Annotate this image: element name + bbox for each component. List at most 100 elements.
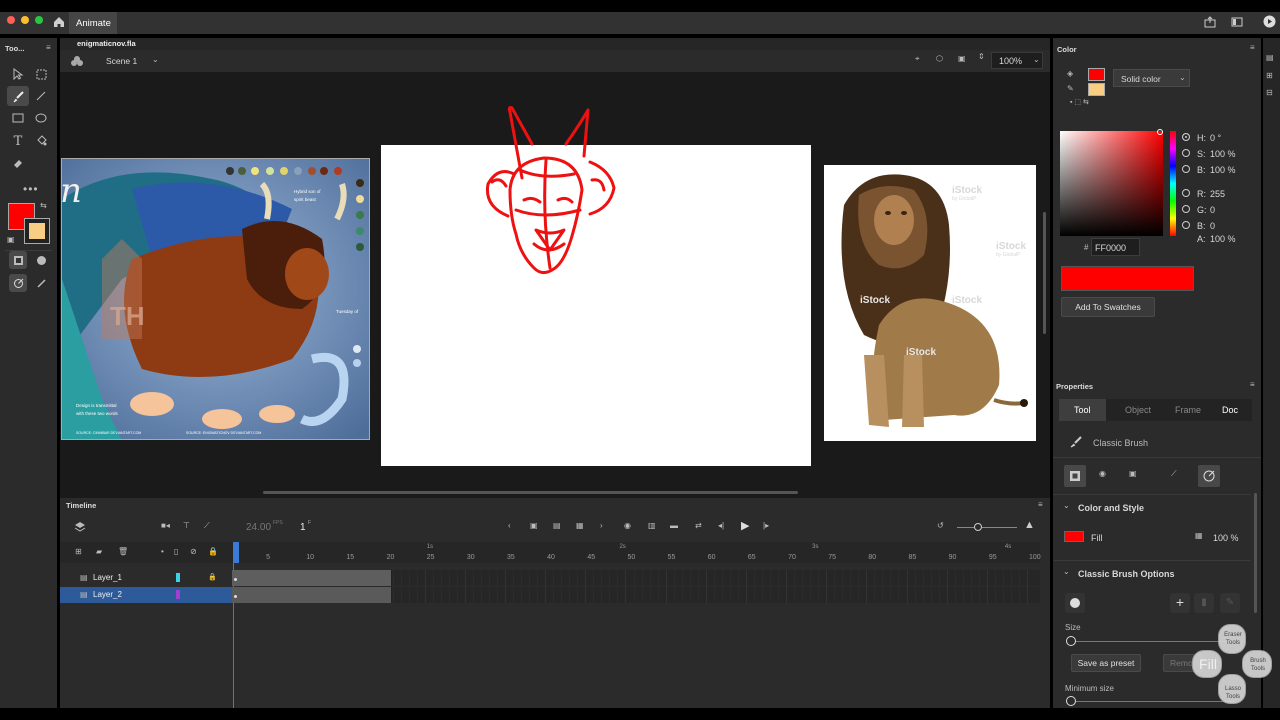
object-drawing-icon[interactable] — [9, 251, 27, 269]
stroke-color-swatch[interactable] — [1088, 83, 1105, 96]
red-value[interactable]: 255 — [1210, 189, 1225, 199]
layer-frames[interactable] — [232, 570, 1040, 586]
current-frame[interactable]: 1 — [300, 522, 306, 533]
minimize-window-button[interactable] — [21, 16, 29, 24]
tab-doc[interactable]: Doc — [1222, 405, 1238, 415]
size-slider-thumb[interactable] — [1066, 636, 1077, 646]
test-movie-icon[interactable] — [1263, 15, 1276, 28]
minimum-size-slider-thumb[interactable] — [1066, 696, 1077, 706]
edit-brush-button[interactable]: ✎ — [1220, 593, 1240, 613]
pie-menu-brush[interactable]: Brush Tools — [1242, 650, 1272, 678]
delete-brush-button[interactable]: ▮ — [1194, 593, 1214, 613]
playhead[interactable] — [233, 542, 239, 563]
red-radio[interactable] — [1182, 189, 1190, 197]
highlight-icon[interactable]: • — [161, 547, 164, 556]
hue-value[interactable]: 0 ° — [1210, 133, 1221, 143]
horizontal-scrollbar[interactable] — [263, 491, 798, 494]
assets-icon[interactable]: ⊞ — [1266, 71, 1273, 80]
use-pressure-icon[interactable]: ⟋ — [1171, 469, 1177, 479]
layer-frames[interactable] — [232, 587, 1040, 603]
center-stage-icon[interactable]: ⌖ — [915, 54, 920, 64]
frame-span[interactable] — [232, 587, 392, 603]
tab-frame[interactable]: Frame — [1175, 405, 1201, 415]
tilt-icon[interactable] — [32, 274, 50, 292]
swap-colors-icon[interactable]: ⇆ — [40, 201, 47, 210]
object-drawing-mode-button[interactable] — [1064, 465, 1086, 487]
fill-alpha[interactable]: 100 % — [1213, 533, 1239, 543]
pie-menu-lasso[interactable]: Lasso Tools — [1218, 674, 1246, 704]
lion-image[interactable]: iStock by GlobalP iStock by GlobalP iSto… — [824, 165, 1036, 441]
create-tween-icon[interactable]: ▬ — [670, 521, 678, 530]
more-tools-icon[interactable]: ••• — [23, 182, 39, 196]
save-as-preset-button[interactable]: Save as preset — [1071, 654, 1141, 672]
tab-object[interactable]: Object — [1125, 405, 1151, 415]
selection-tool-icon[interactable] — [9, 65, 27, 83]
panel-menu-icon[interactable]: ≡ — [1250, 380, 1255, 389]
new-folder-icon[interactable]: ▰ — [96, 547, 102, 556]
eye-icon[interactable]: ⊘ — [190, 547, 197, 556]
document-tab[interactable]: enigmaticnov.fla — [77, 39, 136, 48]
timeline-zoom-large-icon[interactable]: ▲ — [1024, 519, 1035, 531]
brush-mode-icon[interactable] — [32, 251, 50, 269]
text-tool-icon[interactable]: T — [9, 132, 27, 150]
swatch-tools-icon[interactable]: ▪ ⬚ ⇆ — [1070, 98, 1089, 106]
vertical-scrollbar[interactable] — [1043, 212, 1046, 334]
default-colors-icon[interactable]: ▣ — [7, 235, 15, 244]
scene-selector[interactable]: Scene 1 — [106, 56, 137, 66]
brush-mode-icon[interactable]: ◉ — [1099, 469, 1106, 478]
brush-options-title[interactable]: Classic Brush Options — [1078, 569, 1175, 579]
blue-value[interactable]: 0 — [1210, 221, 1215, 231]
saturation-radio[interactable] — [1182, 149, 1190, 157]
add-brush-button[interactable]: + — [1170, 593, 1190, 613]
share-icon[interactable] — [1204, 16, 1216, 28]
layer-row[interactable]: ▤ Layer_1 🔒 — [60, 570, 1040, 586]
blue-radio[interactable] — [1182, 221, 1190, 229]
zoom-select[interactable]: 100% ⌄ — [991, 52, 1043, 69]
brightness-value[interactable]: 100 % — [1210, 165, 1236, 175]
close-window-button[interactable] — [7, 16, 15, 24]
layer-header-cell[interactable]: ▤ Layer_1 🔒 — [60, 570, 232, 586]
pencil-icon[interactable]: ✎ — [1067, 84, 1074, 93]
zoom-stepper-icon[interactable]: ⇕ — [978, 52, 985, 61]
green-value[interactable]: 0 — [1210, 205, 1215, 215]
insert-blank-keyframe-icon[interactable]: ▤ — [553, 521, 561, 530]
stage-pasteboard[interactable]: n TH Hybrid son of spirit beast Tuesday … — [60, 72, 1050, 498]
add-to-swatches-button[interactable]: Add To Swatches — [1061, 297, 1155, 317]
layer-name[interactable]: Layer_2 — [93, 590, 122, 599]
insert-frame-icon[interactable]: ▦ — [576, 521, 584, 530]
chevron-down-icon[interactable]: ⌄ — [1063, 567, 1070, 576]
color-and-style-title[interactable]: Color and Style — [1078, 503, 1144, 513]
chevron-down-icon[interactable]: ⌄ — [152, 55, 159, 64]
chevron-down-icon[interactable]: ⌄ — [1063, 501, 1070, 510]
outline-icon[interactable]: ▯ — [174, 547, 178, 556]
keyframe-dot[interactable] — [234, 595, 237, 598]
layer-row[interactable]: ▤ Layer_2 — [60, 587, 1040, 603]
panel-menu-icon[interactable]: ≡ — [46, 43, 51, 52]
frame-span[interactable] — [232, 570, 392, 586]
panel-menu-icon[interactable]: ≡ — [1250, 43, 1255, 52]
align-icon[interactable]: ⊟ — [1266, 88, 1273, 97]
library-icon[interactable]: ▤ — [1266, 53, 1274, 62]
fill-color-chip[interactable] — [24, 218, 50, 244]
reference-image[interactable]: n TH Hybrid son of spirit beast Tuesday … — [61, 158, 370, 440]
brightness-radio[interactable] — [1182, 165, 1190, 173]
lock-fill-icon[interactable]: ▣ — [1129, 469, 1137, 478]
green-radio[interactable] — [1182, 205, 1190, 213]
layers-icon[interactable] — [74, 521, 86, 533]
oval-tool-icon[interactable] — [32, 109, 50, 127]
onion-skin-icon[interactable]: ◉ — [624, 521, 631, 530]
play-icon[interactable]: ▶ — [741, 519, 749, 532]
layer-color-swatch[interactable] — [176, 573, 180, 582]
new-layer-icon[interactable]: ⊞ — [75, 547, 82, 556]
edit-multiple-frames-icon[interactable]: ▥ — [648, 521, 656, 530]
hue-slider[interactable] — [1170, 131, 1176, 236]
delete-icon[interactable]: 🗑 — [118, 547, 128, 556]
properties-scrollbar[interactable] — [1254, 493, 1257, 613]
eraser-tool-icon[interactable] — [9, 154, 27, 172]
hex-input[interactable]: FF0000 — [1091, 238, 1140, 256]
line-tool-icon[interactable] — [32, 87, 50, 105]
pressure-icon[interactable] — [9, 274, 27, 292]
layer-parenting-icon[interactable]: ⊤ — [183, 521, 190, 530]
alpha-value[interactable]: 100 % — [1210, 234, 1236, 244]
fps-value[interactable]: 24.00 — [246, 522, 271, 533]
